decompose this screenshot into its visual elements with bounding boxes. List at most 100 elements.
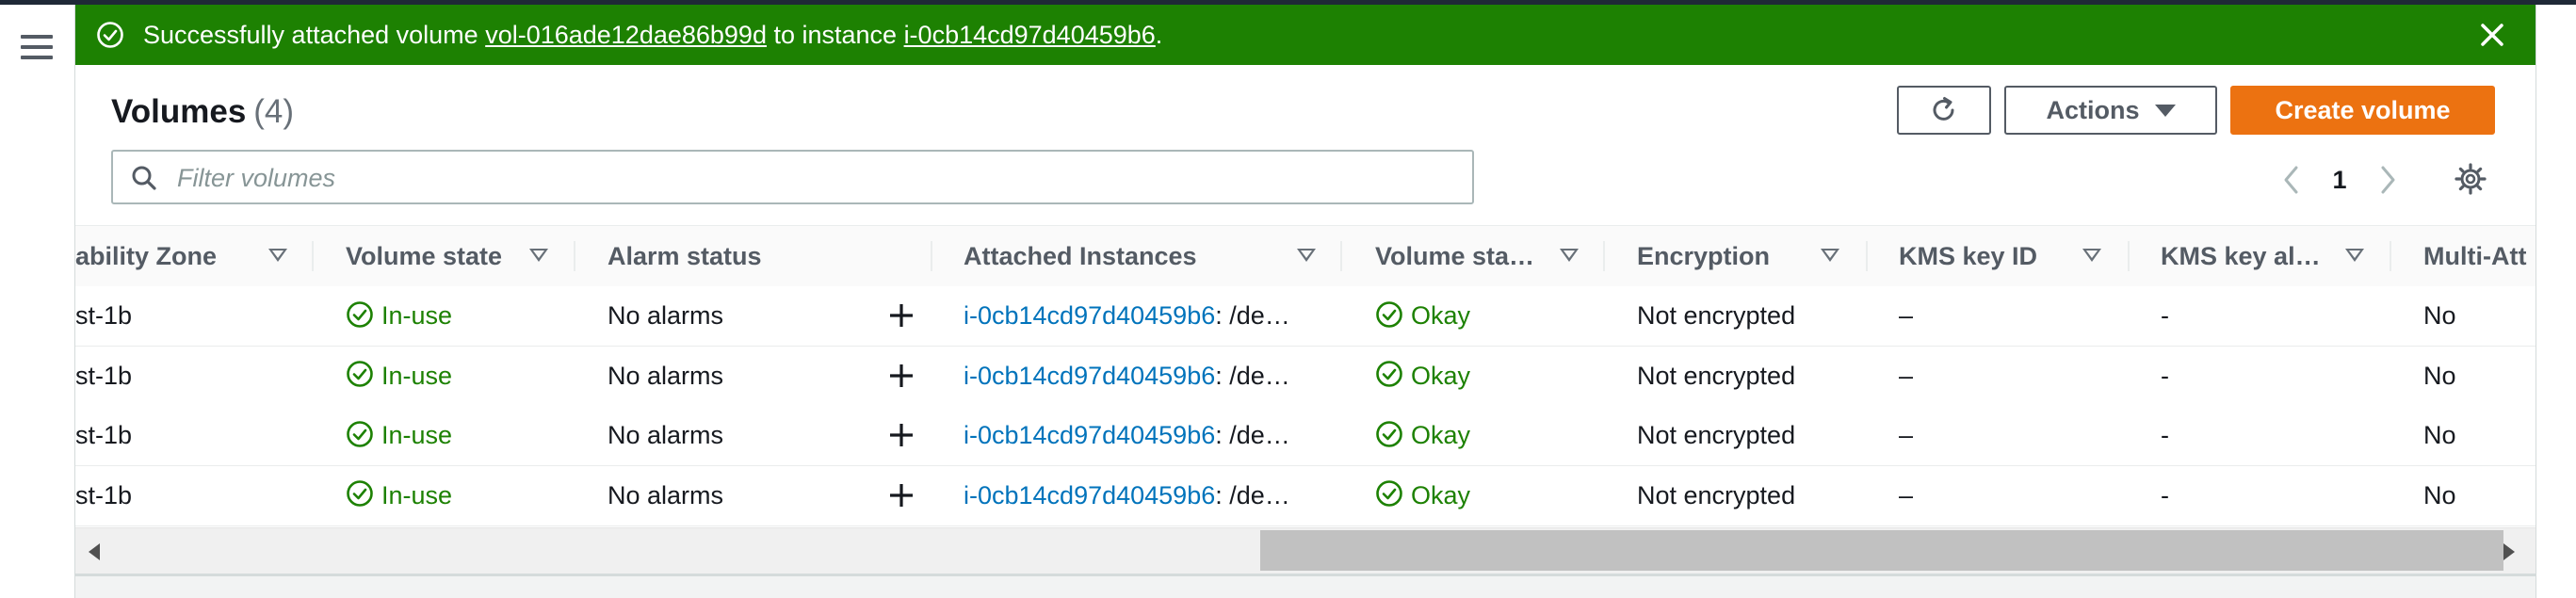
attached-device: : /de… — [1215, 361, 1290, 390]
filter-search-box[interactable] — [111, 150, 1474, 204]
flash-message: Successfully attached volume vol-016ade1… — [143, 21, 1162, 50]
attached-instance-link[interactable]: i-0cb14cd97d40459b6 — [964, 301, 1215, 330]
hamburger-menu-icon[interactable] — [21, 33, 53, 61]
encryption-cell: Not encrypted — [1637, 361, 1796, 390]
alarm-status-cell: No alarms — [608, 301, 724, 330]
alarm-status-cell: No alarms — [608, 361, 724, 390]
sort-icon[interactable] — [1560, 249, 1579, 262]
column-divider — [574, 241, 575, 271]
sort-icon[interactable] — [1821, 249, 1839, 262]
attached-instances-cell: i-0cb14cd97d40459b6: /de… — [964, 406, 1331, 465]
attached-instances-cell: i-0cb14cd97d40459b6: /de… — [964, 286, 1331, 346]
add-alarm-plus-icon[interactable] — [887, 362, 915, 390]
horizontal-scrollbar[interactable] — [75, 527, 2535, 574]
add-alarm-plus-icon[interactable] — [887, 421, 915, 449]
add-alarm-plus-icon[interactable] — [887, 481, 915, 509]
scroll-right-arrow-icon[interactable] — [2503, 543, 2515, 560]
refresh-icon — [1933, 97, 1954, 121]
volume-state-text: In-use — [381, 480, 453, 509]
attached-instance-link[interactable]: i-0cb14cd97d40459b6 — [964, 421, 1215, 449]
col-encryption[interactable]: Encryption — [1637, 226, 1825, 286]
volume-state-cell: In-use — [346, 286, 562, 346]
column-divider — [931, 241, 932, 271]
col-availability-zone[interactable]: ability Zone — [75, 226, 264, 286]
multi-attach-cell: No — [2423, 480, 2456, 509]
search-icon — [132, 166, 156, 190]
success-flash-banner: Successfully attached volume vol-016ade1… — [75, 5, 2535, 65]
check-circle-icon — [1376, 421, 1402, 447]
attached-instances-cell: i-0cb14cd97d40459b6: /de… — [964, 347, 1331, 406]
multi-attach-cell: No — [2423, 421, 2456, 449]
create-volume-button[interactable]: Create volume — [2230, 86, 2495, 135]
table-row: st-1b In-use No alarms i-0cb14cd97d40459… — [75, 465, 2535, 526]
actions-dropdown-button[interactable]: Actions — [2004, 86, 2217, 135]
current-page-number[interactable]: 1 — [2325, 163, 2354, 197]
volume-status-text: Okay — [1411, 301, 1471, 330]
volume-status-cell: Okay — [1375, 347, 1592, 406]
attached-device: : /de… — [1215, 421, 1290, 449]
sort-icon[interactable] — [1297, 249, 1316, 262]
kms-key-alias-cell: - — [2161, 480, 2169, 509]
availability-zone-cell: st-1b — [75, 480, 133, 509]
volume-state-cell: In-use — [346, 406, 562, 465]
filter-volumes-input[interactable] — [175, 157, 1450, 199]
multi-attach-cell: No — [2423, 301, 2456, 330]
add-alarm-plus-icon[interactable] — [887, 301, 915, 330]
column-divider — [1603, 241, 1605, 271]
check-circle-icon — [347, 480, 373, 508]
title-text: Volumes — [111, 93, 247, 130]
column-divider — [1340, 241, 1342, 271]
volume-state-text: In-use — [381, 301, 453, 330]
volumes-table-container: Volumes(4) Actions Create volume 1 — [75, 65, 2535, 574]
sort-icon[interactable] — [529, 249, 548, 262]
availability-zone-cell: st-1b — [75, 361, 133, 390]
table-row: st-1b In-use No alarms i-0cb14cd97d40459… — [75, 346, 2535, 407]
col-kms-key-alias[interactable]: KMS key al… — [2161, 226, 2330, 286]
availability-zone-cell: st-1b — [75, 301, 133, 330]
scrollbar-thumb[interactable] — [1260, 530, 2503, 571]
encryption-cell: Not encrypted — [1637, 301, 1796, 330]
table-row: st-1b In-use No alarms i-0cb14cd97d40459… — [75, 406, 2535, 466]
table-header: ability Zone Volume state Alarm status A… — [75, 225, 2535, 287]
instance-id-link[interactable]: i-0cb14cd97d40459b6 — [904, 21, 1156, 49]
chevron-right-icon[interactable] — [2373, 163, 2402, 197]
page-title: Volumes (4) — [111, 93, 294, 131]
multi-attach-cell: No — [2423, 361, 2456, 390]
sort-icon[interactable] — [2345, 249, 2364, 262]
alarm-status-cell: No alarms — [608, 421, 724, 449]
sort-icon[interactable] — [268, 249, 287, 262]
scroll-left-arrow-icon[interactable] — [89, 543, 100, 560]
availability-zone-cell: st-1b — [75, 421, 133, 449]
close-icon[interactable] — [2475, 18, 2509, 52]
flash-prefix: Successfully attached volume — [143, 20, 486, 49]
sort-icon[interactable] — [2082, 249, 2101, 262]
refresh-button[interactable] — [1897, 86, 1991, 135]
attached-instance-link[interactable]: i-0cb14cd97d40459b6 — [964, 481, 1215, 509]
col-multi-attach[interactable]: Multi-Att — [2423, 226, 2535, 286]
kms-key-id-cell: – — [1899, 421, 1914, 449]
kms-key-id-cell: – — [1899, 361, 1914, 390]
attached-device: : /de… — [1215, 480, 1290, 509]
table-row: st-1b In-use No alarms i-0cb14cd97d40459… — [75, 286, 2535, 347]
check-circle-icon — [347, 361, 373, 388]
volume-count: (4) — [253, 93, 295, 130]
chevron-left-icon[interactable] — [2277, 163, 2306, 197]
actions-label: Actions — [2046, 95, 2140, 124]
volume-status-cell: Okay — [1375, 406, 1592, 465]
col-volume-status[interactable]: Volume sta… — [1375, 226, 1545, 286]
navigation-rail — [0, 5, 75, 598]
volume-status-text: Okay — [1411, 361, 1471, 390]
flash-suffix: . — [1155, 20, 1163, 49]
column-divider — [1866, 241, 1868, 271]
kms-key-alias-cell: - — [2161, 421, 2169, 449]
alarm-status-cell: No alarms — [608, 480, 724, 509]
caret-down-icon — [2154, 104, 2176, 117]
volume-state-cell: In-use — [346, 466, 562, 525]
gear-icon[interactable] — [2453, 161, 2488, 197]
attached-instance-link[interactable]: i-0cb14cd97d40459b6 — [964, 362, 1215, 390]
col-volume-state[interactable]: Volume state — [346, 226, 553, 286]
kms-key-alias-cell: - — [2161, 301, 2169, 330]
volume-id-link[interactable]: vol-016ade12dae86b99d — [485, 21, 767, 49]
col-attached-instances[interactable]: Attached Instances — [964, 226, 1246, 286]
col-kms-key-id[interactable]: KMS key ID — [1899, 226, 2087, 286]
